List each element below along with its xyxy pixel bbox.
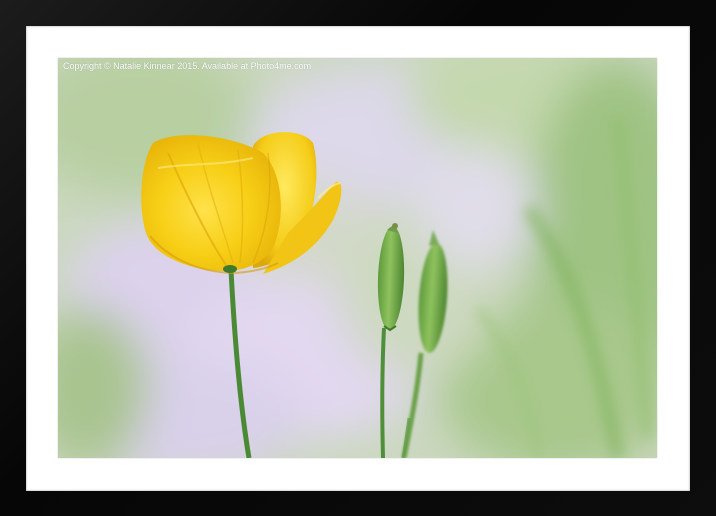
poppy-photo-image [58, 58, 657, 458]
poppy-photo: Copyright © Natalie Kinnear 2015. Availa… [58, 58, 657, 458]
copyright-watermark: Copyright © Natalie Kinnear 2015. Availa… [63, 61, 312, 71]
bokeh-background [58, 58, 657, 458]
